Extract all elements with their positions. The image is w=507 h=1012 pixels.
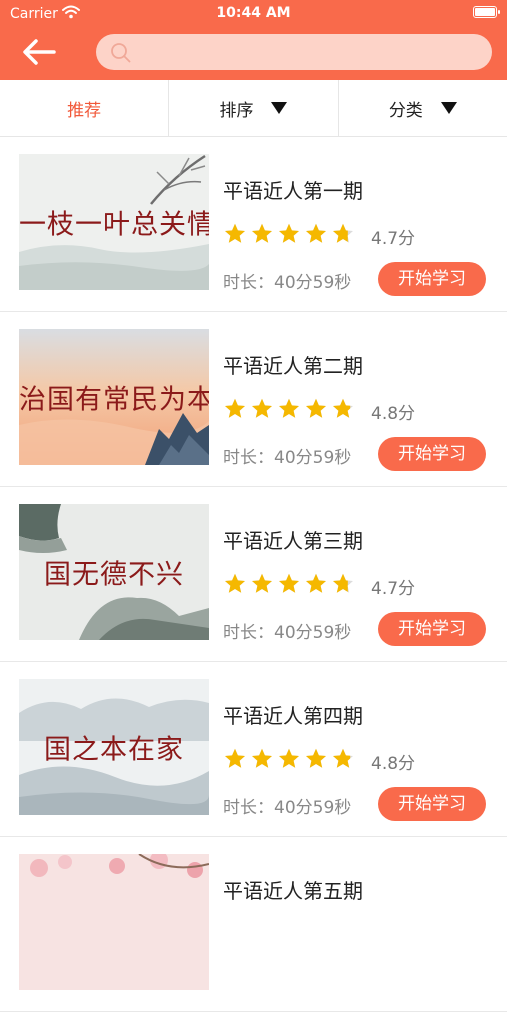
filter-sort[interactable]: 排序 xyxy=(169,80,339,136)
course-thumbnail: 国无德不兴 xyxy=(19,504,209,640)
course-thumbnail: 一枝一叶总关情 xyxy=(19,154,209,290)
status-bar: Carrier 10:44 AM xyxy=(0,0,507,28)
start-learning-button[interactable]: 开始学习 xyxy=(378,437,486,471)
star-icon xyxy=(306,748,326,768)
star-icon xyxy=(225,573,245,593)
back-button[interactable] xyxy=(20,36,60,68)
course-list: 一枝一叶总关情 平语近人第一期 4.7分 时长：40分59秒 开始学习 治国有常… xyxy=(0,137,507,1012)
start-learning-button[interactable]: 开始学习 xyxy=(378,787,486,821)
course-duration: 时长：40分59秒 xyxy=(223,448,352,468)
thumbnail-caption: 治国有常民为本 xyxy=(19,384,209,416)
course-duration: 时长：40分59秒 xyxy=(223,798,352,818)
star-icon xyxy=(252,748,272,768)
star-icon xyxy=(333,398,353,418)
course-title: 平语近人第二期 xyxy=(223,354,363,378)
course-item[interactable]: 国无德不兴 平语近人第三期 4.7分 时长：40分59秒 开始学习 xyxy=(0,487,507,662)
course-thumbnail xyxy=(19,854,209,990)
header-bar: Carrier 10:44 AM xyxy=(0,0,507,80)
star-icon xyxy=(252,398,272,418)
start-learning-button[interactable]: 开始学习 xyxy=(378,262,486,296)
course-title: 平语近人第一期 xyxy=(223,179,363,203)
start-learning-button[interactable]: 开始学习 xyxy=(378,612,486,646)
search-bar[interactable] xyxy=(96,34,492,70)
course-item[interactable]: 一枝一叶总关情 平语近人第一期 4.7分 时长：40分59秒 开始学习 xyxy=(0,137,507,312)
filter-recommended-label: 推荐 xyxy=(67,100,102,121)
course-thumbnail: 国之本在家 xyxy=(19,679,209,815)
filter-category[interactable]: 分类 xyxy=(339,80,507,136)
filter-recommended[interactable]: 推荐 xyxy=(0,80,170,136)
star-icon xyxy=(306,573,326,593)
course-item[interactable]: 国之本在家 平语近人第四期 4.8分 时长：40分59秒 开始学习 xyxy=(0,662,507,837)
course-item[interactable]: 平语近人第五期 xyxy=(0,837,507,1012)
course-title: 平语近人第三期 xyxy=(223,529,363,553)
back-arrow-icon xyxy=(23,39,56,65)
star-icon xyxy=(333,223,353,243)
battery-icon xyxy=(473,6,500,18)
rating-score: 4.7分 xyxy=(371,229,416,249)
star-icon xyxy=(279,398,299,418)
dropdown-triangle-icon xyxy=(440,102,457,114)
star-rating xyxy=(223,572,358,600)
star-rating xyxy=(223,222,358,250)
star-icon xyxy=(306,398,326,418)
star-rating xyxy=(223,747,358,775)
star-icon xyxy=(225,223,245,243)
star-rating xyxy=(223,397,358,425)
star-icon xyxy=(279,223,299,243)
dropdown-triangle-icon xyxy=(271,102,288,114)
star-icon xyxy=(333,748,353,768)
star-icon xyxy=(225,748,245,768)
search-input[interactable] xyxy=(140,40,476,66)
rating-score: 4.7分 xyxy=(371,579,416,599)
filter-bar: 推荐 排序 分类 xyxy=(0,80,507,137)
star-icon xyxy=(306,223,326,243)
thumbnail-caption: 一枝一叶总关情 xyxy=(19,209,209,241)
course-duration: 时长：40分59秒 xyxy=(223,623,352,643)
search-icon xyxy=(110,42,132,68)
filter-sort-label: 排序 xyxy=(219,100,254,121)
course-thumbnail: 治国有常民为本 xyxy=(19,329,209,465)
course-item[interactable]: 治国有常民为本 平语近人第二期 4.8分 时长：40分59秒 开始学习 xyxy=(0,312,507,487)
status-time: 10:44 AM xyxy=(216,5,291,21)
star-icon xyxy=(252,573,272,593)
star-icon xyxy=(279,573,299,593)
thumbnail-caption: 国之本在家 xyxy=(44,734,184,766)
filter-category-label: 分类 xyxy=(388,100,423,121)
thumbnail-caption: 国无德不兴 xyxy=(44,559,184,591)
rating-score: 4.8分 xyxy=(371,754,416,774)
star-icon xyxy=(333,573,353,593)
star-icon xyxy=(252,223,272,243)
rating-score: 4.8分 xyxy=(371,404,416,424)
course-duration: 时长：40分59秒 xyxy=(223,273,352,293)
star-icon xyxy=(225,398,245,418)
star-icon xyxy=(279,748,299,768)
course-title: 平语近人第四期 xyxy=(223,704,363,728)
